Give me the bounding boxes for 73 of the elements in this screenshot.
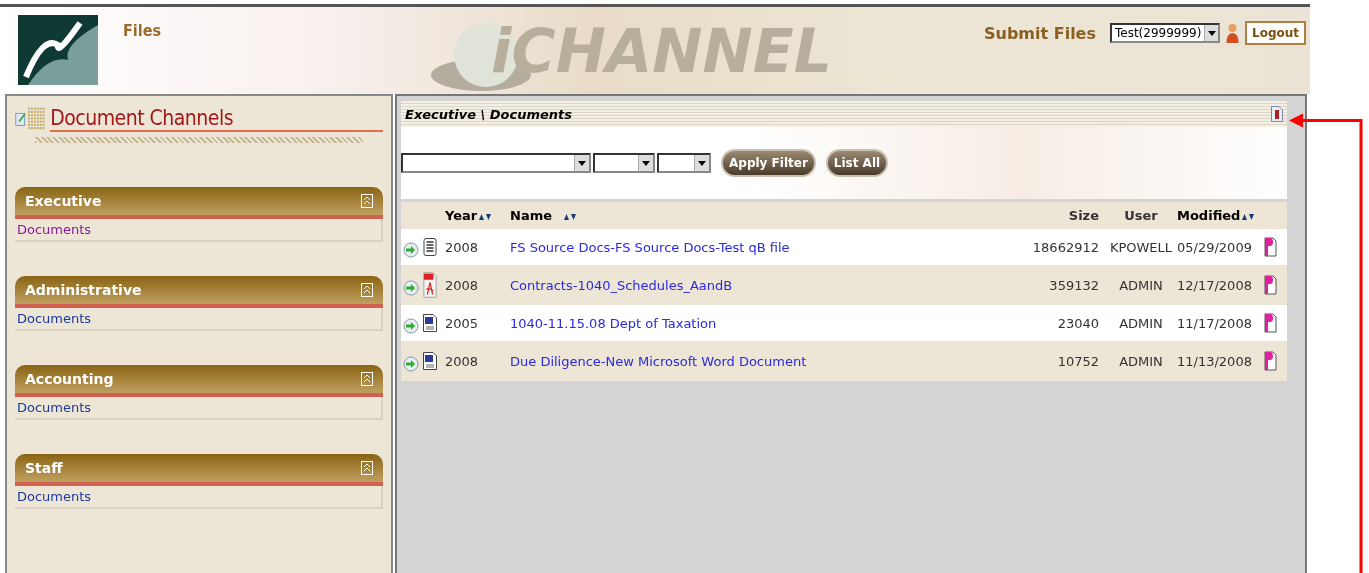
channel-name: Staff: [25, 460, 64, 476]
size-cell-text: 359132: [1048, 277, 1100, 293]
edit-document-icon: [15, 110, 27, 128]
year-cell-text: 2005: [445, 315, 480, 331]
collapse-icon[interactable]: [361, 194, 373, 208]
dropdown-arrow-icon[interactable]: [578, 160, 586, 166]
apply-filter-button[interactable]: Apply Filter: [721, 149, 816, 177]
documents-link[interactable]: Documents: [15, 397, 381, 418]
modified-cell-text: 11/17/2008: [1177, 315, 1253, 331]
sort-icon[interactable]: [1241, 211, 1256, 220]
channel-name: Accounting: [25, 371, 115, 387]
collapse-icon[interactable]: [361, 372, 373, 386]
document-icon[interactable]: [1271, 106, 1283, 122]
user-cell-text: KPOWELL: [1108, 239, 1174, 255]
channel-select[interactable]: [401, 153, 591, 173]
text-file-icon: [423, 238, 437, 256]
files-link[interactable]: Files: [123, 21, 162, 40]
properties-icon[interactable]: [1263, 237, 1277, 257]
size-cell-text: 23040: [1056, 315, 1100, 331]
modified-cell-text: 05/29/2009: [1177, 239, 1253, 255]
column-header[interactable]: Year: [445, 208, 478, 223]
documents-link[interactable]: Documents: [15, 486, 381, 507]
year-select[interactable]: [593, 153, 655, 173]
sort-icon[interactable]: [478, 211, 493, 220]
channel-header[interactable]: Administrative: [15, 276, 383, 308]
dropdown-arrow-icon[interactable]: [1207, 30, 1216, 36]
channel-name: Administrative: [25, 282, 143, 298]
column-header[interactable]: Modified: [1177, 208, 1241, 223]
sort-icon[interactable]: [563, 211, 577, 220]
user-cell-text: ADMIN: [1118, 315, 1164, 331]
file-name-link[interactable]: Contracts-1040_Schedules_AandB: [510, 277, 1025, 293]
documents-link[interactable]: Documents: [15, 308, 381, 329]
month-select[interactable]: [657, 153, 711, 173]
column-header[interactable]: Name: [510, 208, 552, 223]
word-file-icon: [423, 352, 437, 370]
dropdown-arrow-icon[interactable]: [698, 160, 706, 166]
user-icon: [1226, 23, 1239, 43]
channel-name: Executive: [25, 193, 103, 209]
modified-cell-text: 12/17/2008: [1177, 277, 1253, 293]
file-name-link[interactable]: 1040-11.15.08 Dept of Taxation: [510, 315, 1025, 331]
account-select[interactable]: Test(2999999): [1110, 23, 1220, 43]
channel-header[interactable]: Executive: [15, 187, 383, 219]
collapse-icon[interactable]: [361, 461, 373, 475]
collapse-icon[interactable]: [361, 283, 373, 297]
year-cell-text: 2008: [445, 353, 480, 369]
grid-icon: [28, 106, 47, 132]
column-header[interactable]: User: [1124, 208, 1158, 223]
user-cell-text: ADMIN: [1118, 277, 1164, 293]
channel-header[interactable]: Accounting: [15, 365, 383, 397]
word-file-icon: [423, 314, 437, 332]
sidebar-title: Document Channels: [50, 106, 383, 132]
logout-button[interactable]: Logout: [1245, 21, 1306, 45]
dropdown-arrow-icon[interactable]: [642, 160, 650, 166]
properties-icon[interactable]: [1263, 313, 1277, 333]
logo-icon: [18, 15, 98, 85]
file-name-link[interactable]: FS Source Docs-FS Source Docs-Test qB file: [510, 239, 1025, 255]
properties-icon[interactable]: [1263, 275, 1277, 295]
banner-text: iCHANNEL: [491, 15, 832, 88]
properties-icon[interactable]: [1263, 351, 1277, 371]
year-cell-text: 2008: [445, 277, 480, 293]
user-cell-text: ADMIN: [1118, 353, 1164, 369]
size-cell-text: 10752: [1056, 353, 1100, 369]
submit-files-link[interactable]: Submit Files: [983, 23, 1096, 43]
year-cell-text: 2008: [445, 239, 480, 255]
column-header[interactable]: Size: [1068, 208, 1099, 223]
channel-header[interactable]: Staff: [15, 454, 383, 486]
file-name-link[interactable]: Due Diligence-New Microsoft Word Document: [510, 353, 1025, 369]
modified-cell-text: 11/13/2008: [1177, 353, 1253, 369]
documents-link[interactable]: Documents: [15, 219, 381, 240]
breadcrumb: Executive \ Documents: [405, 106, 574, 122]
list-all-button[interactable]: List All: [825, 149, 889, 177]
size-cell-text: 18662912: [1031, 239, 1100, 255]
pdf-file-icon: [423, 270, 437, 300]
